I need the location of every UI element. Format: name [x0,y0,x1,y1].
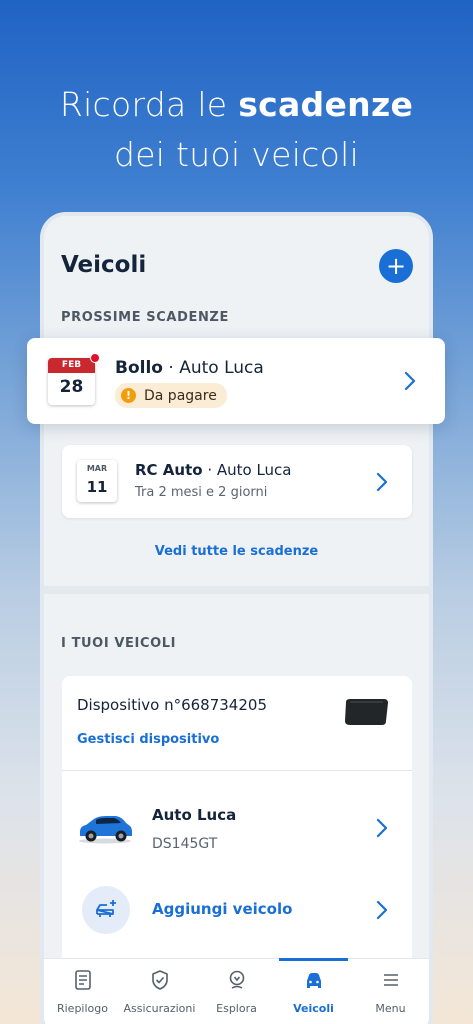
vehicles-section-label: I TUOI VEICOLI [61,636,177,651]
tab-label: Assicurazioni [123,1002,196,1015]
deadline-title: RC Auto · Auto Luca [135,461,292,479]
tab-esplora[interactable]: Esplora [198,959,275,1024]
tab-assicurazioni[interactable]: Assicurazioni [121,959,198,1024]
telepass-device-icon [345,699,388,725]
deadline-subtitle: Tra 2 mesi e 2 giorni [135,485,268,500]
badge-label: Da pagare [144,387,217,404]
calendar-icon: MAR 11 [77,460,117,502]
tab-label: Riepilogo [56,1002,108,1015]
chevron-right-icon [404,371,416,391]
vehicle-name: Auto Luca [152,806,237,824]
shield-check-icon [151,970,168,990]
chevron-right-icon [376,900,388,920]
tab-label: Menu [375,1002,406,1015]
vehicles-card: Dispositivo n°668734205 Gestisci disposi… [62,676,412,976]
add-car-icon [82,886,130,934]
upcoming-section-label: PROSSIME SCADENZE [61,310,229,325]
alert-dot [90,353,100,363]
phone-screen: Veicoli + PROSSIME SCADENZE MAR 11 RC Au… [40,212,433,1024]
chevron-right-icon [376,818,388,838]
promo-headline: Ricorda le scadenze dei tuoi veicoli [59,85,414,174]
device-label: Dispositivo n°668734205 [77,696,267,714]
status-badge: ! Da pagare [115,383,227,408]
page-title: Veicoli [61,252,147,278]
document-icon [74,970,91,990]
add-vehicle-plus-button[interactable]: + [379,249,413,283]
see-all-deadlines-link[interactable]: Vedi tutte le scadenze [44,544,429,559]
warning-icon: ! [121,388,136,403]
deadline-title: Bollo · Auto Luca [115,358,264,378]
tab-riepilogo[interactable]: Riepilogo [44,959,121,1024]
tab-label: Esplora [216,1002,257,1015]
location-pin-icon [229,970,244,989]
deadline-card-bollo[interactable]: FEB 28 Bollo · Auto Luca ! Da pagare [27,338,445,424]
card-divider [62,770,412,771]
bottom-tab-bar: Riepilogo Assicurazioni Esplora Veicoli … [44,958,429,1024]
add-vehicle-row[interactable]: Aggiungi veicolo [62,881,412,941]
chevron-right-icon [376,472,388,492]
tab-veicoli[interactable]: Veicoli [275,958,352,1024]
tab-label: Veicoli [293,1002,334,1015]
vehicle-plate: DS145GT [152,836,218,852]
vehicle-row-auto-luca[interactable]: Auto Luca DS145GT [62,786,412,870]
add-vehicle-label: Aggiungi veicolo [152,900,293,918]
car-image [79,816,132,844]
section-divider [44,586,429,594]
car-icon [306,973,321,988]
manage-device-link[interactable]: Gestisci dispositivo [77,732,219,747]
tab-menu[interactable]: Menu [352,959,429,1024]
deadline-card-rc-auto[interactable]: MAR 11 RC Auto · Auto Luca Tra 2 mesi e … [62,445,412,518]
hamburger-menu-icon [383,974,398,986]
calendar-icon: FEB 28 [48,358,95,405]
